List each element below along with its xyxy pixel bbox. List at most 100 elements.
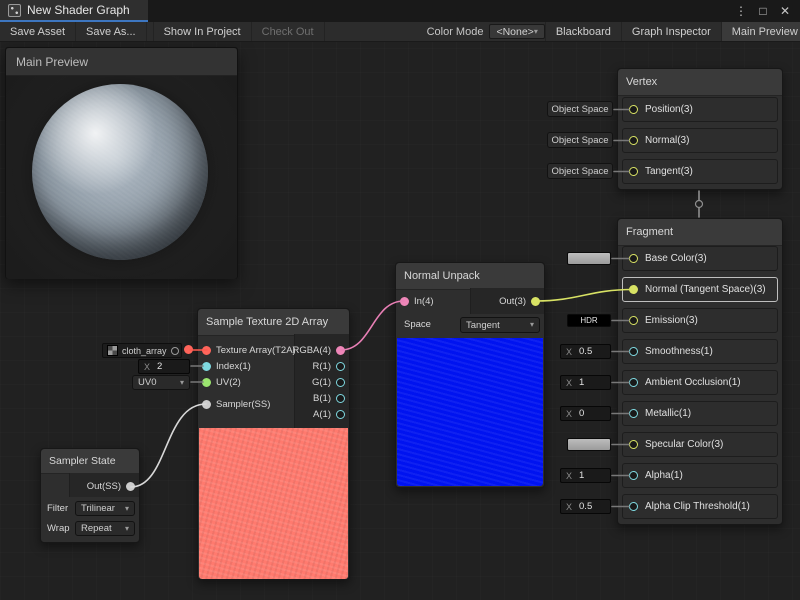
output-g[interactable]: G(1) <box>312 374 345 390</box>
kebab-menu-icon[interactable]: ⋮ <box>732 2 750 20</box>
block-row-base-color[interactable]: Base Color(3) <box>622 246 778 271</box>
wrap-dropdown[interactable]: Repeat ▾ <box>75 521 135 536</box>
block-row-emission[interactable]: Emission(3) <box>622 308 778 333</box>
b-port[interactable] <box>336 394 345 403</box>
block-row-alpha[interactable]: Alpha(1) <box>622 463 778 488</box>
main-preview-panel[interactable]: Main Preview <box>5 47 238 279</box>
output-a[interactable]: A(1) <box>313 406 345 422</box>
alpha-clip-threshold-field[interactable]: X 0.5 <box>560 499 611 514</box>
block-row-position[interactable]: Position(3) <box>622 97 778 122</box>
main-preview-viewport[interactable] <box>6 76 237 279</box>
vertex-node[interactable]: Vertex Position(3) Normal(3) Tangent(3) <box>617 68 783 190</box>
cloth-array-object-field[interactable]: cloth_array <box>102 343 182 358</box>
smoothness-port[interactable] <box>629 347 638 356</box>
block-row-normal-tangent-space[interactable]: Normal (Tangent Space)(3) <box>622 277 778 302</box>
index-port[interactable] <box>202 362 211 371</box>
block-row-alpha-clip-threshold[interactable]: Alpha Clip Threshold(1) <box>622 494 778 519</box>
in4-port[interactable] <box>400 297 409 306</box>
output-b[interactable]: B(1) <box>313 390 345 406</box>
fragment-node[interactable]: Fragment Base Color(3) Normal (Tangent S… <box>617 218 783 525</box>
emission-port[interactable] <box>629 316 638 325</box>
close-icon[interactable]: ✕ <box>776 2 794 20</box>
input-in4[interactable]: In(4) <box>400 290 434 312</box>
save-as-button[interactable]: Save As... <box>76 22 147 41</box>
color-mode-dropdown[interactable]: <None> ▾ <box>489 24 544 39</box>
position-port[interactable] <box>629 105 638 114</box>
metallic-port[interactable] <box>629 409 638 418</box>
block-row-metallic[interactable]: Metallic(1) <box>622 401 778 426</box>
uv-channel-dropdown[interactable]: UV0 ▾ <box>132 375 190 390</box>
fragment-node-header[interactable]: Fragment <box>618 219 782 246</box>
r-port[interactable] <box>336 362 345 371</box>
g-port[interactable] <box>336 378 345 387</box>
smoothness-field[interactable]: X 0.5 <box>560 344 611 359</box>
block-row-ambient-occlusion[interactable]: Ambient Occlusion(1) <box>622 370 778 395</box>
input-texture-array[interactable]: Texture Array(T2A) <box>202 342 296 358</box>
sample-node-header[interactable]: Sample Texture 2D Array <box>198 309 349 336</box>
normal-port[interactable] <box>629 136 638 145</box>
output-r[interactable]: R(1) <box>313 358 345 374</box>
block-row-normal[interactable]: Normal(3) <box>622 128 778 153</box>
shader-graph-canvas[interactable]: New Shader Graph ⋮ □ ✕ Save Asset Save A… <box>0 0 800 600</box>
sample-texture-2d-array-node[interactable]: Sample Texture 2D Array Texture Array(T2… <box>197 308 350 580</box>
texture-array-port[interactable] <box>202 346 211 355</box>
tab-new-shader-graph[interactable]: New Shader Graph <box>0 0 148 22</box>
object-picker-icon[interactable] <box>171 347 179 355</box>
out3-port[interactable] <box>531 297 540 306</box>
ambient-occlusion-port[interactable] <box>629 378 638 387</box>
output-out3[interactable]: Out(3) <box>499 290 540 312</box>
output-out-ss[interactable]: Out(SS) <box>87 478 135 495</box>
alpha-clip-threshold-port[interactable] <box>629 502 638 511</box>
alpha-field[interactable]: X 1 <box>560 468 611 483</box>
specular-color-swatch[interactable] <box>567 438 611 451</box>
specular-color-port[interactable] <box>629 440 638 449</box>
alpha-port[interactable] <box>629 471 638 480</box>
x-label: X <box>566 471 572 481</box>
vertex-node-header[interactable]: Vertex <box>618 69 782 96</box>
smoothness-value: 0.5 <box>579 346 592 357</box>
normal-unpack-header[interactable]: Normal Unpack <box>396 263 544 290</box>
tangent-port[interactable] <box>629 167 638 176</box>
maximize-icon[interactable]: □ <box>754 2 772 20</box>
position-space-dropdown[interactable]: Object Space <box>547 101 613 117</box>
wrap-row: Wrap <box>45 520 70 536</box>
cloth-array-label: cloth_array <box>122 346 167 356</box>
cloth-array-out-port[interactable] <box>184 345 193 354</box>
uv-port[interactable] <box>202 378 211 387</box>
ambient-occlusion-field[interactable]: X 1 <box>560 375 611 390</box>
main-preview-title: Main Preview <box>16 55 88 69</box>
block-row-tangent[interactable]: Tangent(3) <box>622 159 778 184</box>
block-row-smoothness[interactable]: Smoothness(1) <box>622 339 778 364</box>
a-port[interactable] <box>336 410 345 419</box>
normal-tangent-space-port[interactable] <box>629 285 638 294</box>
input-uv[interactable]: UV(2) <box>202 374 241 390</box>
input-index[interactable]: Index(1) <box>202 358 251 374</box>
index-field[interactable]: X 2 <box>138 359 190 374</box>
rgba-port[interactable] <box>336 346 345 355</box>
output-rgba[interactable]: RGBA(4) <box>292 342 345 358</box>
blackboard-toggle-button[interactable]: Blackboard <box>545 22 621 41</box>
wire-sampler-state[interactable] <box>131 404 206 487</box>
main-preview-header[interactable]: Main Preview <box>6 48 237 76</box>
out-ss-port[interactable] <box>126 482 135 491</box>
alpha-value: 1 <box>579 470 584 481</box>
sampler-state-header[interactable]: Sampler State <box>41 449 139 474</box>
emission-hdr-swatch[interactable]: HDR <box>567 314 611 327</box>
input-sampler[interactable]: Sampler(SS) <box>202 396 270 412</box>
chevron-down-icon: ▾ <box>125 505 129 513</box>
base-color-port[interactable] <box>629 254 638 263</box>
normal-unpack-node[interactable]: Normal Unpack In(4) Out(3) Space Tangent… <box>395 262 545 488</box>
save-asset-button[interactable]: Save Asset <box>0 22 76 41</box>
base-color-swatch[interactable] <box>567 252 611 265</box>
sampler-state-node[interactable]: Sampler State Out(SS) Filter Trilinear ▾… <box>40 448 140 543</box>
main-preview-toggle-button[interactable]: Main Preview <box>721 22 800 41</box>
graph-inspector-toggle-button[interactable]: Graph Inspector <box>621 22 721 41</box>
tangent-space-dropdown[interactable]: Object Space <box>547 163 613 179</box>
block-row-specular-color[interactable]: Specular Color(3) <box>622 432 778 457</box>
metallic-field[interactable]: X 0 <box>560 406 611 421</box>
space-dropdown[interactable]: Tangent ▾ <box>460 317 540 333</box>
normal-space-dropdown[interactable]: Object Space <box>547 132 613 148</box>
sampler-port[interactable] <box>202 400 211 409</box>
filter-dropdown[interactable]: Trilinear ▾ <box>75 501 135 516</box>
show-in-project-button[interactable]: Show In Project <box>153 22 252 41</box>
